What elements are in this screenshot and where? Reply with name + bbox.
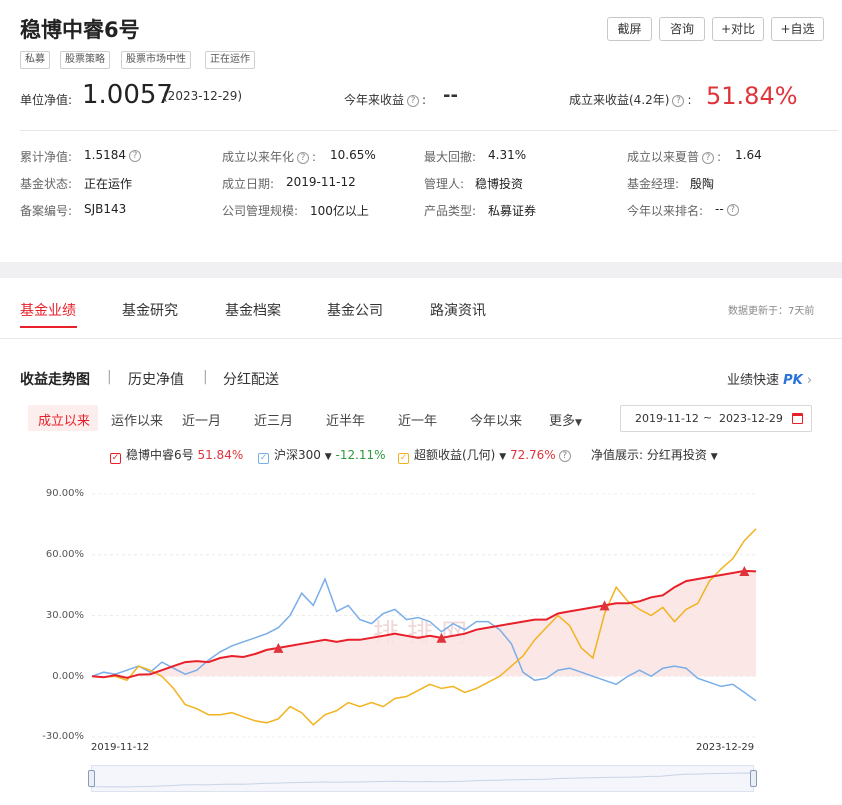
header-divider bbox=[20, 130, 838, 131]
stat-value: 正在运作 bbox=[84, 177, 133, 191]
stat-value: 10.65% bbox=[330, 148, 376, 162]
ytd-return-label: 今年来收益?: bbox=[344, 93, 427, 107]
caret-down-icon: ▼ bbox=[575, 418, 582, 428]
range-more-dropdown[interactable]: 更多▼ bbox=[549, 410, 582, 429]
stat-value: 4.31% bbox=[488, 148, 527, 162]
caret-down-icon: ▼ bbox=[324, 452, 332, 462]
range-slider-preview bbox=[91, 772, 754, 788]
nav-date: (2023-12-29) bbox=[163, 89, 243, 103]
tab-roadshow[interactable]: 路演资讯 bbox=[430, 300, 486, 320]
caret-down-icon: ▼ bbox=[499, 452, 507, 462]
range-ytd[interactable]: 今年以来 bbox=[470, 410, 522, 429]
since-inception-value: 51.84% bbox=[706, 82, 798, 110]
manager-company-link[interactable]: 稳博投资 bbox=[475, 175, 523, 192]
date-end[interactable]: 2023-12-29 bbox=[719, 412, 783, 425]
subtab-separator: | bbox=[107, 369, 112, 385]
legend-index[interactable]: ✓ 沪深300 ▼ -12.11% bbox=[258, 446, 386, 464]
stat-label: 成立以来年化?: bbox=[222, 150, 317, 164]
chevron-right-icon: › bbox=[806, 373, 813, 388]
range-6m[interactable]: 近半年 bbox=[326, 410, 365, 429]
stat-label: 产品类型: bbox=[424, 204, 477, 218]
subtab-separator: | bbox=[203, 369, 208, 385]
date-start[interactable]: 2019-11-12 bbox=[635, 412, 699, 425]
screenshot-button[interactable]: 截屏 bbox=[607, 17, 652, 41]
help-icon[interactable]: ? bbox=[407, 95, 420, 107]
help-icon[interactable]: ? bbox=[702, 152, 715, 164]
range-1m[interactable]: 近一月 bbox=[182, 410, 221, 429]
range-1y[interactable]: 近一年 bbox=[398, 410, 437, 429]
legend-excess[interactable]: ✓ 超额收益(几何) ▼ 72.76%? bbox=[398, 446, 574, 464]
help-icon[interactable]: ? bbox=[672, 95, 685, 107]
stat-label: 成立日期: bbox=[222, 177, 275, 191]
stat-label: 基金状态: bbox=[20, 177, 73, 191]
nav-value: 1.0057 bbox=[82, 80, 173, 110]
display-mode-dropdown[interactable]: 净值展示: 分红再投资 ▼ bbox=[591, 446, 718, 463]
pk-link[interactable]: 业绩快速 PK › bbox=[727, 369, 812, 388]
tabs-divider bbox=[0, 338, 842, 339]
pk-badge: PK bbox=[783, 373, 803, 388]
active-tab-indicator bbox=[20, 326, 77, 328]
x-label-start: 2019-11-12 bbox=[91, 742, 150, 753]
stat-value: 2019-11-12 bbox=[286, 175, 356, 189]
legend-fund[interactable]: ✓ 稳博中睿6号 51.84% bbox=[110, 446, 243, 464]
stat-label: 管理人: bbox=[424, 177, 465, 191]
tab-company[interactable]: 基金公司 bbox=[327, 300, 383, 320]
stat-value: 1.5184? bbox=[84, 148, 144, 162]
tab-archive[interactable]: 基金档案 bbox=[225, 300, 281, 320]
help-icon[interactable]: ? bbox=[129, 150, 141, 162]
tab-performance[interactable]: 基金业绩 bbox=[20, 300, 76, 320]
ytd-return-value: -- bbox=[443, 85, 458, 106]
stat-label: 成立以来夏普?: bbox=[627, 150, 722, 164]
fund-name: 稳博中睿6号 bbox=[20, 18, 140, 42]
calendar-icon[interactable] bbox=[792, 413, 803, 424]
stat-value: 100亿以上 bbox=[310, 204, 369, 218]
checkbox-checked-icon: ✓ bbox=[258, 453, 269, 464]
stat-value: 私募证券 bbox=[488, 204, 537, 218]
nav-label: 单位净值: bbox=[20, 93, 73, 107]
watchlist-button[interactable]: +自选 bbox=[771, 17, 824, 41]
compare-button[interactable]: +对比 bbox=[712, 17, 764, 41]
help-icon[interactable]: ? bbox=[726, 204, 739, 216]
range-since-inception[interactable]: 成立以来 bbox=[38, 410, 90, 429]
tag-private: 私募 bbox=[20, 51, 50, 69]
help-icon[interactable]: ? bbox=[558, 450, 571, 462]
stat-label: 基金经理: bbox=[627, 177, 680, 191]
fund-manager-link[interactable]: 殷陶 bbox=[690, 175, 714, 192]
stat-value: --? bbox=[715, 202, 742, 216]
range-slider-right-handle[interactable] bbox=[750, 770, 757, 787]
range-slider-left-handle[interactable] bbox=[88, 770, 95, 787]
range-3m[interactable]: 近三月 bbox=[254, 410, 293, 429]
tag-market-neutral: 股票市场中性 bbox=[121, 51, 191, 69]
range-since-operation[interactable]: 运作以来 bbox=[111, 410, 163, 429]
tag-status: 正在运作 bbox=[205, 51, 255, 69]
stat-label: 最大回撤: bbox=[424, 150, 477, 164]
help-icon[interactable]: ? bbox=[297, 152, 310, 164]
stat-label: 备案编号: bbox=[20, 204, 73, 218]
stat-value: SJB143 bbox=[84, 202, 127, 216]
subtab-dividends[interactable]: 分红配送 bbox=[223, 369, 279, 389]
tag-strategy: 股票策略 bbox=[60, 51, 110, 69]
consult-button[interactable]: 咨询 bbox=[659, 17, 705, 41]
performance-chart[interactable]: 排 排 网 bbox=[0, 480, 842, 750]
stat-label: 公司管理规模: bbox=[222, 204, 299, 218]
stat-value: 1.64 bbox=[735, 148, 762, 162]
since-inception-label: 成立来收益(4.2年)?: bbox=[569, 93, 692, 107]
update-note: 数据更新于：7天前 bbox=[728, 306, 815, 317]
x-label-end: 2023-12-29 bbox=[696, 742, 755, 753]
tab-research[interactable]: 基金研究 bbox=[122, 300, 178, 320]
checkbox-checked-icon: ✓ bbox=[398, 453, 409, 464]
subtab-history-nav[interactable]: 历史净值 bbox=[128, 369, 184, 389]
caret-down-icon: ▼ bbox=[710, 452, 718, 462]
stat-label: 今年以来排名: bbox=[627, 204, 704, 218]
checkbox-checked-icon: ✓ bbox=[110, 453, 121, 464]
stat-label: 累计净值: bbox=[20, 150, 73, 164]
date-separator: ~ bbox=[703, 411, 713, 424]
subtab-return-trend[interactable]: 收益走势图 bbox=[20, 369, 90, 389]
